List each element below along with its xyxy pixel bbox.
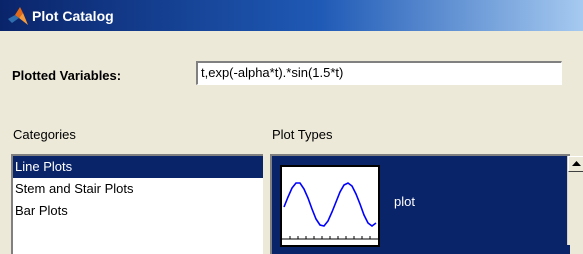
plot-types-scrollbar[interactable] (567, 156, 583, 245)
scroll-up-button[interactable] (568, 156, 583, 172)
categories-heading: Categories (13, 127, 76, 142)
plot-catalog-window: Plot Catalog Plotted Variables: t,exp(-a… (0, 0, 583, 254)
window-title: Plot Catalog (32, 7, 114, 24)
sine-wave-graphic (282, 182, 378, 240)
arrow-up-icon (572, 161, 581, 166)
sine-plot-thumbnail-icon[interactable] (280, 165, 380, 247)
categories-list[interactable]: Line Plots Stem and Stair Plots Bar Plot… (11, 154, 263, 254)
category-item-line-plots[interactable]: Line Plots (13, 156, 263, 178)
plotted-variables-input[interactable]: t,exp(-alpha*t).*sin(1.5*t) (196, 61, 562, 85)
matlab-logo-icon (8, 6, 28, 25)
plot-types-list[interactable]: plot (270, 154, 570, 254)
plot-types-heading: Plot Types (272, 127, 333, 142)
title-bar[interactable]: Plot Catalog (0, 0, 583, 31)
plotted-variables-label: Plotted Variables: (12, 68, 122, 83)
category-item-bar-plots[interactable]: Bar Plots (13, 200, 263, 222)
category-item-stem-and-stair-plots[interactable]: Stem and Stair Plots (13, 178, 263, 200)
plot-type-item-plot[interactable]: plot (394, 194, 415, 209)
sine-wave-line (283, 182, 377, 227)
